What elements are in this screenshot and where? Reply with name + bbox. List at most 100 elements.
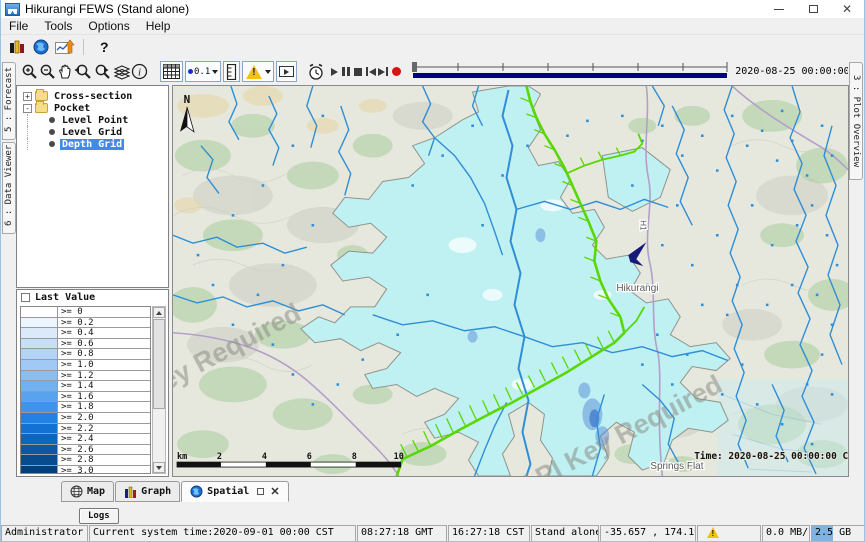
- menu-options[interactable]: Options: [80, 18, 137, 34]
- collapse-icon[interactable]: -: [23, 104, 32, 113]
- skip-to-end-icon: [378, 67, 388, 76]
- legend-row[interactable]: >= 0.4: [21, 328, 150, 339]
- last-value-checkbox-row[interactable]: Last Value: [17, 290, 168, 305]
- legend-row[interactable]: >= 1.6: [21, 392, 150, 403]
- legend-label: >= 0: [57, 307, 150, 317]
- animation-settings-button[interactable]: [307, 61, 325, 82]
- tree-connector: [27, 138, 49, 150]
- zoom-next-icon: [93, 63, 113, 81]
- legend-scrollbar[interactable]: [152, 306, 166, 474]
- scale-ruler-button[interactable]: [223, 61, 240, 82]
- record-button[interactable]: [392, 61, 401, 82]
- map-display-button[interactable]: [29, 37, 53, 57]
- close-tab-icon[interactable]: ✕: [270, 485, 279, 498]
- legend-row[interactable]: >= 3.0: [21, 466, 150, 474]
- last-value-checkbox[interactable]: [21, 293, 30, 302]
- legend-label: >= 3.0: [57, 466, 150, 474]
- svg-text:10: 10: [394, 451, 404, 461]
- tree-connector: [27, 126, 49, 138]
- legend-row[interactable]: >= 0.6: [21, 339, 150, 350]
- legend-row[interactable]: >= 0.2: [21, 318, 150, 329]
- label-road-h1: H1: [638, 220, 647, 231]
- scrollbar-thumb[interactable]: [153, 319, 165, 409]
- legend-row[interactable]: >= 1.0: [21, 360, 150, 371]
- legend-row[interactable]: >= 0.8: [21, 349, 150, 360]
- tree-item-pocket[interactable]: - Pocket: [17, 102, 168, 114]
- zoom-in-icon: [21, 63, 39, 81]
- legend-row[interactable]: >= 0: [21, 307, 150, 318]
- zoom-in-button[interactable]: [21, 61, 39, 82]
- tree-connector: [27, 114, 49, 126]
- first-step-button[interactable]: [366, 61, 376, 82]
- threshold-dropdown-button[interactable]: 0.1: [185, 61, 221, 82]
- legend-swatch: [21, 360, 57, 370]
- minimize-button[interactable]: [762, 0, 796, 18]
- pan-button[interactable]: [57, 61, 73, 82]
- zoom-previous-button[interactable]: [73, 61, 93, 82]
- database-bars-icon: [9, 40, 25, 54]
- scroll-up-button[interactable]: [153, 307, 165, 318]
- menu-help[interactable]: Help: [138, 18, 179, 34]
- status-mode: Stand alone: [531, 525, 599, 542]
- stop-button[interactable]: [354, 61, 362, 82]
- tree-item-level-grid[interactable]: Level Grid: [17, 126, 168, 138]
- float-panel-icon[interactable]: [257, 488, 264, 495]
- legend-row[interactable]: >= 2.8: [21, 455, 150, 466]
- pause-button[interactable]: [342, 61, 350, 82]
- svg-text:8: 8: [352, 451, 357, 461]
- map-viewport[interactable]: API Key Required API Key Required N Hiku…: [172, 85, 849, 477]
- svg-text:4: 4: [262, 451, 267, 461]
- legend-row[interactable]: >= 2.2: [21, 424, 150, 435]
- legend-row[interactable]: >= 1.4: [21, 381, 150, 392]
- app-icon: [5, 3, 20, 16]
- chart-arrow-icon: [55, 39, 75, 55]
- logs-button[interactable]: Logs: [79, 508, 119, 524]
- status-network-rate: 0.0 MB/s: [762, 525, 810, 542]
- tree-item-label: Cross-section: [52, 91, 134, 102]
- tree-item-level-point[interactable]: Level Point: [17, 114, 168, 126]
- main-area: + Cross-section - Pocket Level Point Lev…: [1, 85, 865, 477]
- tab-graph[interactable]: Graph: [115, 481, 180, 502]
- legend-row[interactable]: >= 2.6: [21, 445, 150, 456]
- layers-button[interactable]: [113, 61, 131, 82]
- status-system-time: Current system time:2020-09-01 00:00 CST: [89, 525, 356, 542]
- grid-display-button[interactable]: [160, 61, 183, 82]
- tab-map[interactable]: Map: [61, 481, 114, 502]
- legend-label: >= 2.6: [57, 445, 150, 455]
- bottom-tab-bar: Map Graph Spatial ✕: [1, 477, 865, 505]
- label-hikurangi: Hikurangi: [616, 283, 658, 294]
- timeline-slider[interactable]: [411, 61, 729, 83]
- menu-file[interactable]: File: [1, 18, 36, 34]
- legend-label: >= 0.8: [57, 349, 150, 359]
- play-button[interactable]: [331, 61, 338, 82]
- tab-spatial[interactable]: Spatial ✕: [181, 481, 288, 502]
- stop-icon: [354, 68, 362, 76]
- maximize-button[interactable]: [796, 0, 830, 18]
- timeseries-dialog-button[interactable]: [53, 37, 77, 57]
- expand-icon[interactable]: +: [23, 92, 32, 101]
- label-springs-flat: Springs Flat: [650, 461, 703, 472]
- legend-row[interactable]: >= 1.8: [21, 402, 150, 413]
- help-button[interactable]: ?: [90, 39, 119, 55]
- legend-swatch: [21, 445, 57, 455]
- legend-label: >= 1.6: [57, 392, 150, 402]
- node-bullet-icon: [49, 141, 55, 147]
- movie-export-button[interactable]: [276, 61, 297, 82]
- legend-label: >= 2.0: [57, 413, 150, 423]
- scroll-down-button[interactable]: [153, 462, 165, 473]
- menu-tools[interactable]: Tools: [36, 18, 80, 34]
- zoom-next-button[interactable]: [93, 61, 113, 82]
- status-warning-cell[interactable]: !: [697, 525, 761, 542]
- globe-wireframe-icon: [70, 485, 83, 498]
- last-step-button[interactable]: [378, 61, 388, 82]
- tree-item-depth-grid[interactable]: Depth Grid: [17, 138, 168, 150]
- legend-row[interactable]: >= 2.4: [21, 434, 150, 445]
- logs-row: Logs: [1, 505, 865, 525]
- zoom-out-button[interactable]: [39, 61, 57, 82]
- explorer-button[interactable]: [5, 37, 29, 57]
- close-button[interactable]: ✕: [830, 0, 864, 18]
- legend-row[interactable]: >= 2.0: [21, 413, 150, 424]
- info-button[interactable]: i: [131, 61, 148, 82]
- legend-row[interactable]: >= 1.2: [21, 371, 150, 382]
- warning-dropdown-button[interactable]: [242, 61, 274, 82]
